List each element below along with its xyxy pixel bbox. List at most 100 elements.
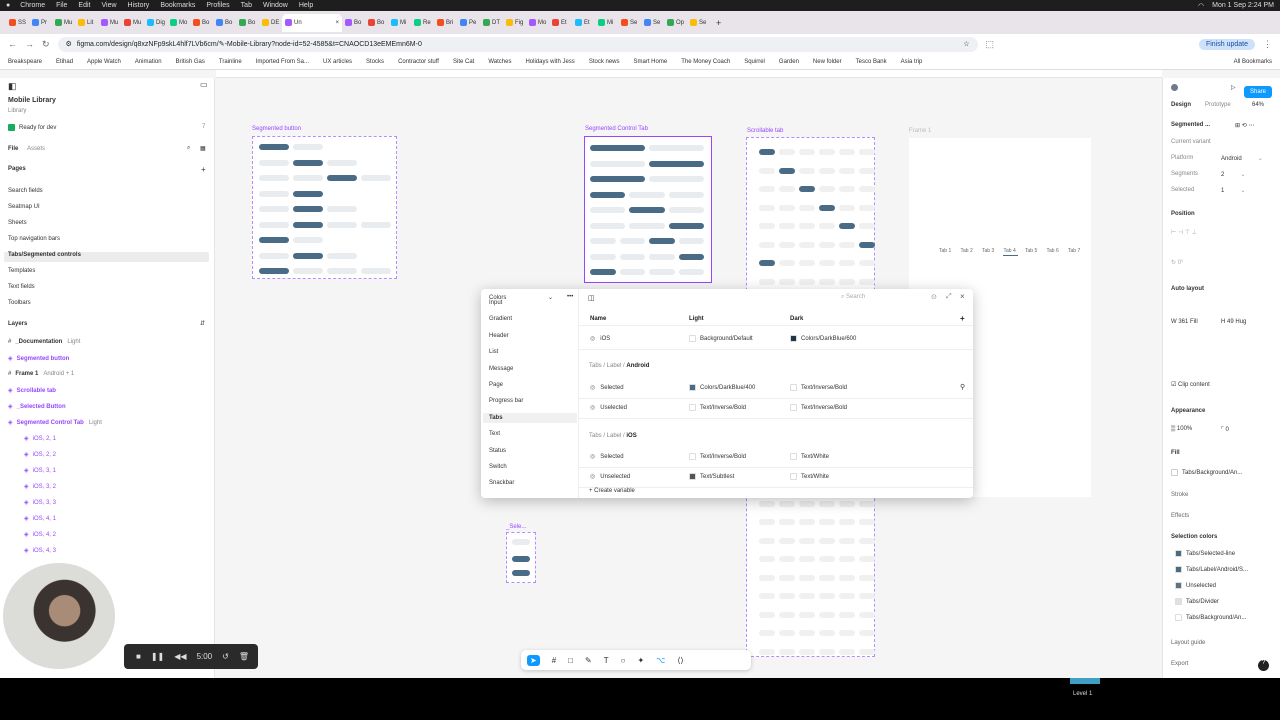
- variable-group-item[interactable]: Snackbar: [489, 480, 514, 486]
- ready-for-dev[interactable]: Ready for dev: [8, 124, 56, 131]
- opacity-field[interactable]: ▒ 100%: [1171, 426, 1192, 432]
- pause-icon[interactable]: ❚❚: [151, 652, 164, 661]
- sidebar-toggle-icon[interactable]: ◫: [588, 294, 595, 302]
- browser-tab[interactable]: Mi: [595, 14, 618, 32]
- variable-row[interactable]: ◎ Uselected: [590, 404, 627, 411]
- variable-row[interactable]: ◎ Selected: [590, 384, 624, 391]
- create-variable-button[interactable]: + Create variable: [589, 488, 635, 494]
- layer-item[interactable]: ◈ iOS, 4, 3: [24, 547, 56, 554]
- browser-tab[interactable]: Bo: [213, 14, 236, 32]
- browser-tab[interactable]: Pe: [457, 14, 480, 32]
- page-item[interactable]: Toolbars: [8, 300, 31, 306]
- close-icon[interactable]: ×: [960, 292, 965, 301]
- variable-dark-value[interactable]: Text/White: [790, 473, 829, 480]
- clip-content-checkbox[interactable]: ☑ Clip content: [1171, 381, 1210, 388]
- variable-dark-value[interactable]: Colors/DarkBlue/600: [790, 335, 856, 342]
- bookmark-item[interactable]: Tesco Bank: [856, 59, 887, 65]
- browser-tab[interactable]: Re: [411, 14, 434, 32]
- variable-dark-value[interactable]: Text/Inverse/Bold: [790, 404, 847, 411]
- variable-group-item[interactable]: Status: [489, 448, 506, 454]
- stroke-header[interactable]: Stroke: [1171, 492, 1188, 498]
- menu-history[interactable]: History: [128, 2, 150, 9]
- restart-icon[interactable]: ↺: [222, 652, 229, 661]
- bookmark-item[interactable]: British Gas: [176, 59, 205, 65]
- bookmark-item[interactable]: Site Cat: [453, 59, 474, 65]
- site-info-icon[interactable]: ⚙: [66, 40, 72, 48]
- browser-tab[interactable]: Se: [641, 14, 664, 32]
- component-name[interactable]: Segmented ...: [1171, 122, 1210, 128]
- stop-icon[interactable]: ■: [136, 652, 141, 661]
- variable-light-value[interactable]: Colors/DarkBlue/400: [689, 384, 755, 391]
- back-icon[interactable]: ←: [8, 39, 17, 49]
- layer-item[interactable]: ◈ iOS, 3, 1: [24, 467, 56, 474]
- variant-prop-dropdown[interactable]: 1 ⌄: [1221, 187, 1245, 194]
- width-field[interactable]: W 361 Fill: [1171, 319, 1198, 325]
- layer-item[interactable]: ◈ Segmented button: [8, 355, 69, 362]
- layer-item[interactable]: ◈ Segmented Control Tab Light: [8, 419, 102, 426]
- browser-tab[interactable]: Op: [664, 14, 687, 32]
- bookmark-item[interactable]: Stocks: [366, 59, 384, 65]
- browser-tab[interactable]: Bo: [236, 14, 259, 32]
- tab-assets[interactable]: Assets: [27, 146, 45, 152]
- bookmark-item[interactable]: Contractor stuff: [398, 59, 439, 65]
- figma-menu-icon[interactable]: ◧: [8, 81, 17, 92]
- menu-help[interactable]: Help: [299, 2, 313, 9]
- expand-icon[interactable]: ⤢: [946, 293, 952, 301]
- variable-row[interactable]: ◎ Unselected: [590, 473, 630, 480]
- bookmark-item[interactable]: Asia trip: [901, 59, 923, 65]
- menu-kebab-icon[interactable]: ⋮: [1263, 39, 1272, 50]
- tab-design[interactable]: Design: [1171, 102, 1191, 108]
- variable-light-value[interactable]: Text/Inverse/Bold: [689, 453, 746, 460]
- variable-group-item[interactable]: Switch: [489, 464, 507, 470]
- extensions-icon[interactable]: ⬚: [986, 39, 995, 50]
- bookmark-item[interactable]: Stock news: [589, 59, 620, 65]
- frame-label-segmented-button[interactable]: Segmented button: [252, 126, 301, 132]
- rewind-icon[interactable]: ◀◀: [174, 652, 186, 661]
- variable-group-item[interactable]: List: [489, 349, 498, 355]
- column-light[interactable]: Light: [689, 316, 704, 322]
- variable-group-item[interactable]: Tabs: [489, 415, 503, 421]
- search-icon[interactable]: ⌕: [187, 145, 190, 152]
- rotation-field[interactable]: ↻ 0°: [1171, 259, 1183, 266]
- variable-group-item[interactable]: Progress bar: [489, 398, 523, 404]
- layer-item[interactable]: ◈ iOS, 3, 2: [24, 483, 56, 490]
- bookmark-item[interactable]: Watches: [488, 59, 511, 65]
- bookmark-item[interactable]: Squirrel: [744, 59, 765, 65]
- variable-group-item[interactable]: Message: [489, 366, 513, 372]
- browser-tab[interactable]: Mu: [52, 14, 75, 32]
- file-title[interactable]: Mobile Library: [8, 97, 56, 104]
- all-bookmarks[interactable]: All Bookmarks: [1234, 59, 1272, 65]
- finish-update-button[interactable]: Finish update: [1198, 38, 1255, 50]
- fill-variable[interactable]: Tabs/Background/An...: [1171, 469, 1242, 476]
- variable-row[interactable]: ◎ iOS: [590, 335, 610, 342]
- bookmark-item[interactable]: Trainline: [219, 59, 242, 65]
- layout-guide-header[interactable]: Layout guide: [1171, 640, 1205, 646]
- library-icon[interactable]: ▦: [200, 145, 206, 152]
- tab-close-icon[interactable]: ×: [335, 20, 339, 26]
- bookmark-item[interactable]: New folder: [813, 59, 842, 65]
- menubar-clock[interactable]: Mon 1 Sep 2:24 PM: [1212, 2, 1274, 10]
- variable-light-value[interactable]: Text/Subtlest: [689, 473, 734, 480]
- menu-view[interactable]: View: [101, 2, 116, 9]
- selection-color-item[interactable]: Tabs/Background/An...: [1175, 614, 1246, 621]
- variable-light-value[interactable]: Background/Default: [689, 335, 753, 342]
- page-item[interactable]: Templates: [8, 268, 35, 274]
- frame-tool-icon[interactable]: #: [552, 656, 556, 665]
- bookmark-item[interactable]: Etihad: [56, 59, 73, 65]
- bookmark-item[interactable]: UX articles: [323, 59, 352, 65]
- layer-item[interactable]: # _Documentation Light: [8, 339, 80, 345]
- help-icon[interactable]: ⊙: [931, 293, 937, 301]
- bookmark-item[interactable]: Imported From Sa...: [256, 59, 309, 65]
- variable-group-item[interactable]: Header: [489, 333, 509, 339]
- frame-label-frame-1[interactable]: Frame 1: [909, 128, 931, 134]
- move-tool-icon[interactable]: ➤: [527, 654, 540, 666]
- add-page-icon[interactable]: +: [201, 165, 206, 174]
- bookmark-item[interactable]: Smart Home: [634, 59, 668, 65]
- layers-options-icon[interactable]: ⇵: [200, 320, 205, 327]
- variable-light-value[interactable]: Text/Inverse/Bold: [689, 404, 746, 411]
- browser-tab[interactable]: Mu: [121, 14, 144, 32]
- selection-color-item[interactable]: Tabs/Label/Android/S...: [1175, 566, 1248, 573]
- bookmark-item[interactable]: Holidays with Jess: [525, 59, 574, 65]
- layer-item[interactable]: ◈ Scrollable tab: [8, 387, 56, 394]
- canvas[interactable]: Segmented button Segmented Control Tab S…: [216, 70, 1162, 678]
